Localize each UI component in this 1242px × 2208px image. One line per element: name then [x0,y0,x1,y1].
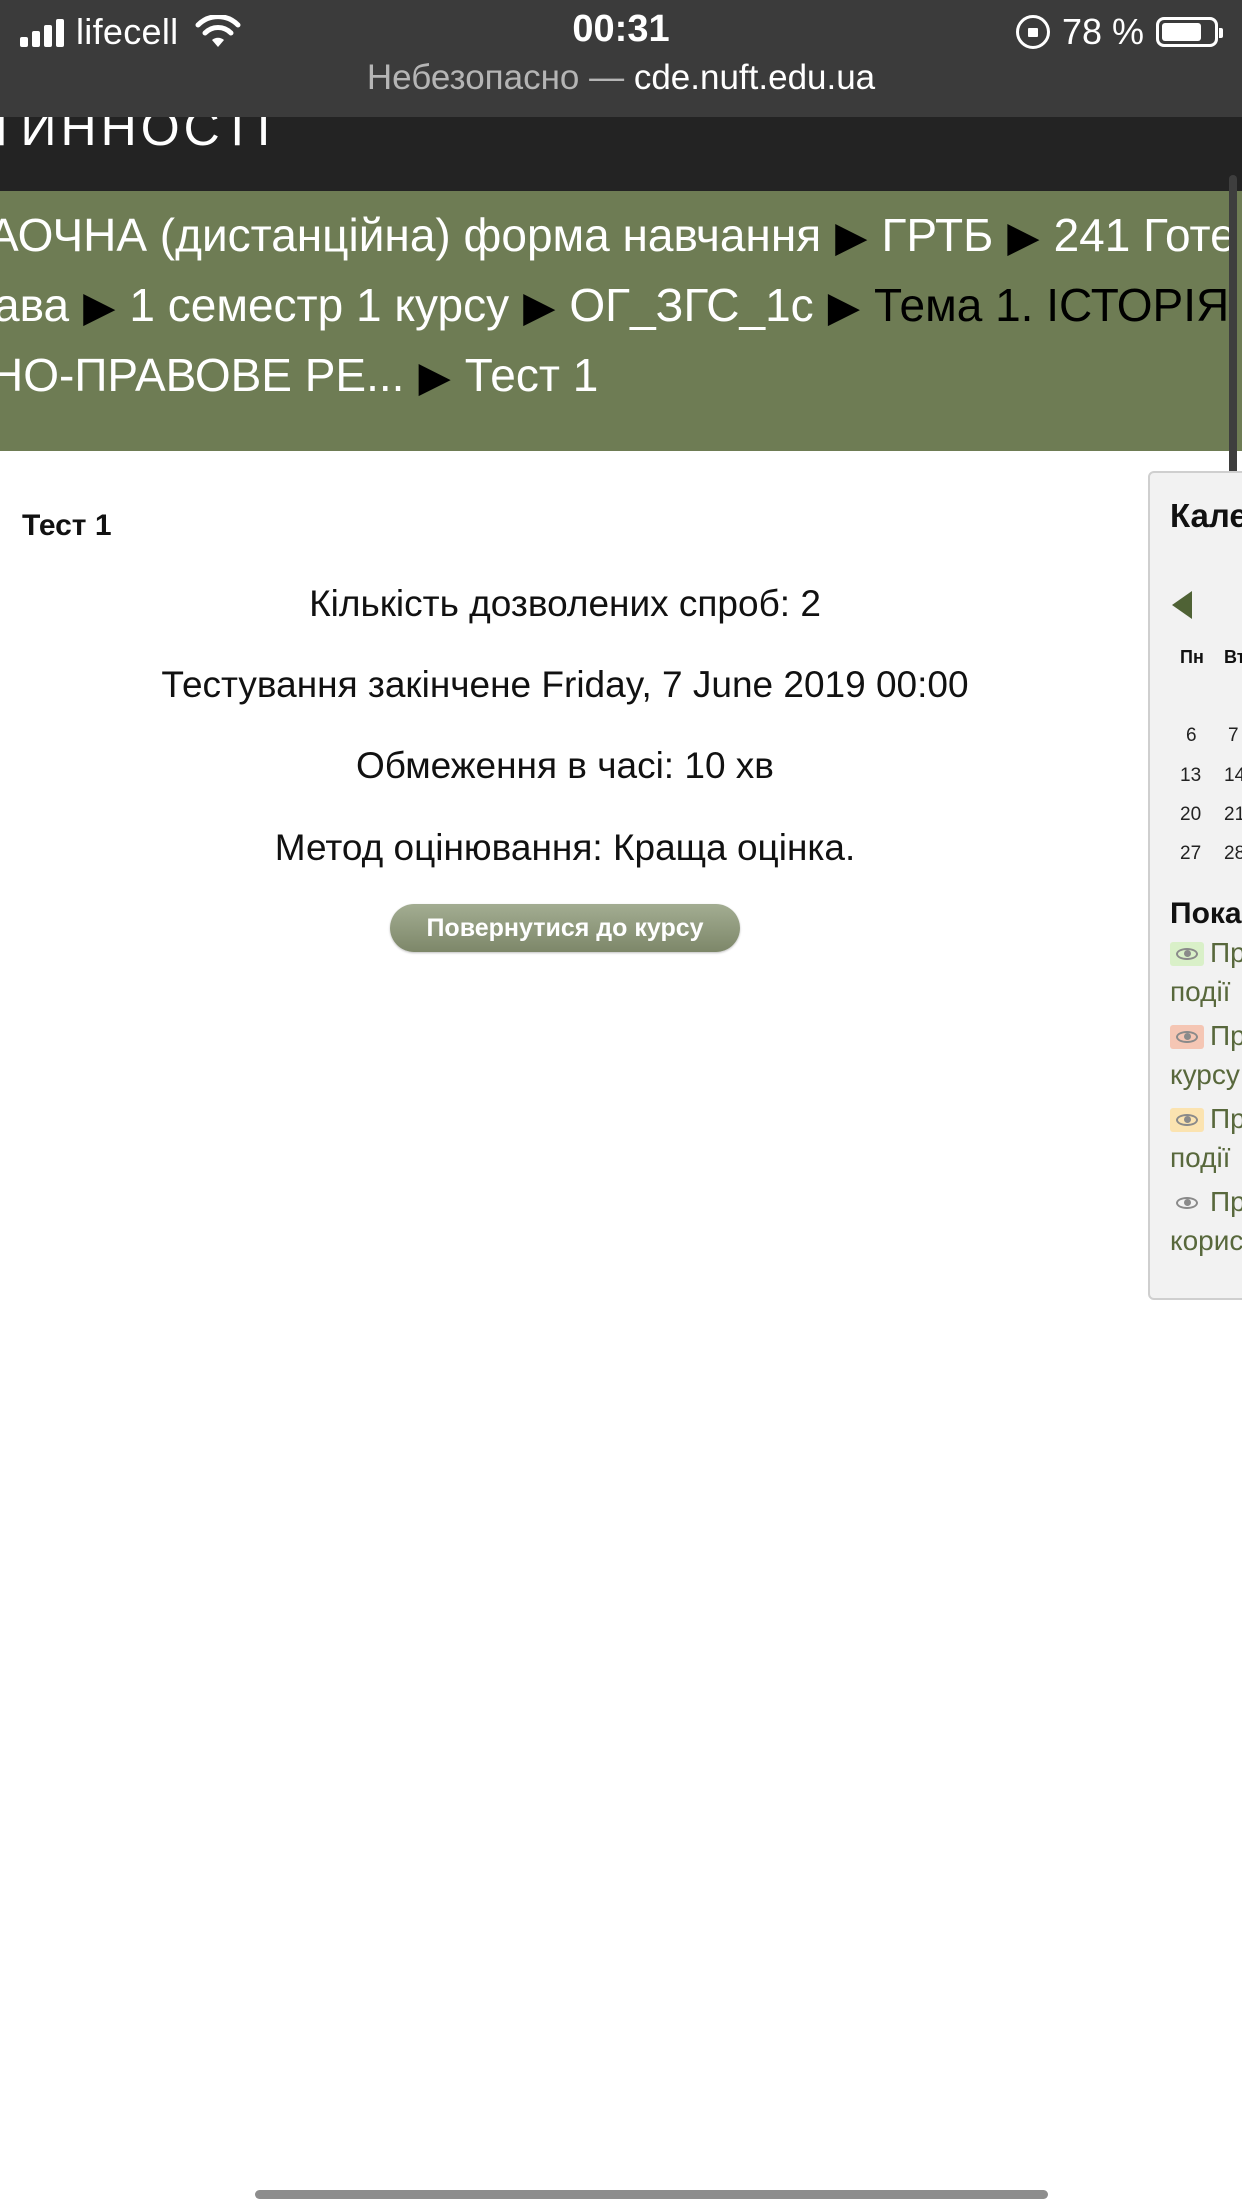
breadcrumb-link[interactable]: НО-ПРАВОВЕ РЕ... [0,349,404,401]
breadcrumb-line-1: АОЧНА (дистанційна) форма навчання ▶ ГРТБ ▶… [0,205,1236,267]
breadcrumb-link[interactable]: 1 семестр 1 курсу [129,279,509,331]
calendar-day[interactable]: 6 [1186,725,1197,747]
legend-sub: курсу [1170,1059,1240,1090]
calendar-day[interactable]: 27 [1180,843,1201,865]
legend-sub: події [1170,1142,1231,1173]
events-key-title: Пока [1170,897,1242,930]
breadcrumb-separator-icon: ▶ [83,283,116,330]
url-bar[interactable]: Небезопасно — cde.nuft.edu.ua [0,58,1242,98]
page-header: ТИННОСТІ [0,117,1242,191]
quiz-close-date: Тестування закінчене Friday, 7 June 2019… [161,664,969,705]
eye-icon[interactable] [1170,942,1204,966]
legend-sub: корист [1170,1225,1242,1256]
breadcrumb-separator-icon: ▶ [1007,213,1040,260]
breadcrumb-separator-icon: ▶ [418,353,451,400]
breadcrumb-link[interactable]: ГРТБ [881,209,993,261]
breadcrumb-link[interactable]: 241 Готе [1054,209,1236,261]
weekday-label: Вт [1224,647,1242,667]
breadcrumb-link[interactable]: ОГ_ЗГС_1с [569,279,813,331]
status-bar: lifecell 00:31 78 % Небезопасно — cde.nu… [0,0,1242,117]
calendar-day[interactable]: 14 [1224,765,1242,787]
security-label: Небезопасно — [366,58,625,97]
calendar-day[interactable]: 13 [1180,765,1201,787]
legend-user-events[interactable]: Пр [1170,1182,1242,1222]
breadcrumb-link[interactable]: Тема 1. ІСТОРІЯ [874,279,1229,331]
home-indicator[interactable] [255,2190,1048,2199]
legend-label: Пр [1210,1186,1242,1217]
legend-label: Пр [1210,1020,1242,1051]
back-to-course-button[interactable]: Повернутися до курсу [390,904,740,952]
breadcrumb: АОЧНА (дистанційна) форма навчання ▶ ГРТБ ▶… [0,191,1242,451]
battery-percent: 78 % [1061,11,1144,52]
breadcrumb-link[interactable]: АОЧНА (дистанційна) форма навчання [0,209,821,261]
breadcrumb-line-2: ава ▶ 1 семестр 1 курсу ▶ ОГ_ЗГС_1с ▶ Тема 1. … [0,275,1229,337]
quiz-time-limit: Обмеження в часі: 10 хв [356,745,774,786]
site-title: ТИННОСТІ [0,117,275,156]
legend-label: Пр [1210,1103,1242,1134]
calendar-day[interactable]: 7 [1228,725,1239,747]
legend-global-events[interactable]: Пр [1170,933,1242,973]
breadcrumb-line-3: НО-ПРАВОВЕ РЕ... ▶ Тест 1 [0,345,598,407]
calendar-day[interactable]: 28 [1224,843,1242,865]
weekday-label: Пн [1180,647,1204,667]
breadcrumb-separator-icon: ▶ [523,283,556,330]
legend-label: Пр [1210,937,1242,968]
legend-course-events[interactable]: Пр [1170,1016,1242,1056]
breadcrumb-separator-icon: ▶ [835,213,868,260]
eye-icon[interactable] [1170,1108,1204,1132]
calendar-day[interactable]: 20 [1180,804,1201,826]
breadcrumb-link[interactable]: ава [0,279,69,331]
calendar-block: Кале Пн Вт 6 7 13 14 20 21 27 28 Пока Пр… [1148,471,1242,1300]
breadcrumb-current: Тест 1 [464,349,599,401]
calendar-day[interactable]: 21 [1224,804,1242,826]
calendar-title: Кале [1170,497,1242,534]
legend-sub: події [1170,976,1231,1007]
rotation-lock-icon [1015,15,1050,49]
battery-fill [1162,23,1201,41]
battery-icon [1156,17,1223,47]
legend-group-events[interactable]: Пр [1170,1099,1242,1139]
url-domain: cde.nuft.edu.ua [633,58,876,97]
quiz-grading-method: Метод оцінювання: Краща оцінка. [274,827,856,868]
right-status-group: 78 % [1015,10,1223,54]
eye-icon[interactable] [1170,1025,1204,1049]
quiz-name: Тест 1 [22,509,112,542]
prev-month-icon[interactable] [1172,591,1192,619]
quiz-attempts: Кількість дозволених спроб: 2 [309,583,821,624]
eye-icon[interactable] [1170,1191,1204,1215]
breadcrumb-separator-icon: ▶ [827,283,860,330]
